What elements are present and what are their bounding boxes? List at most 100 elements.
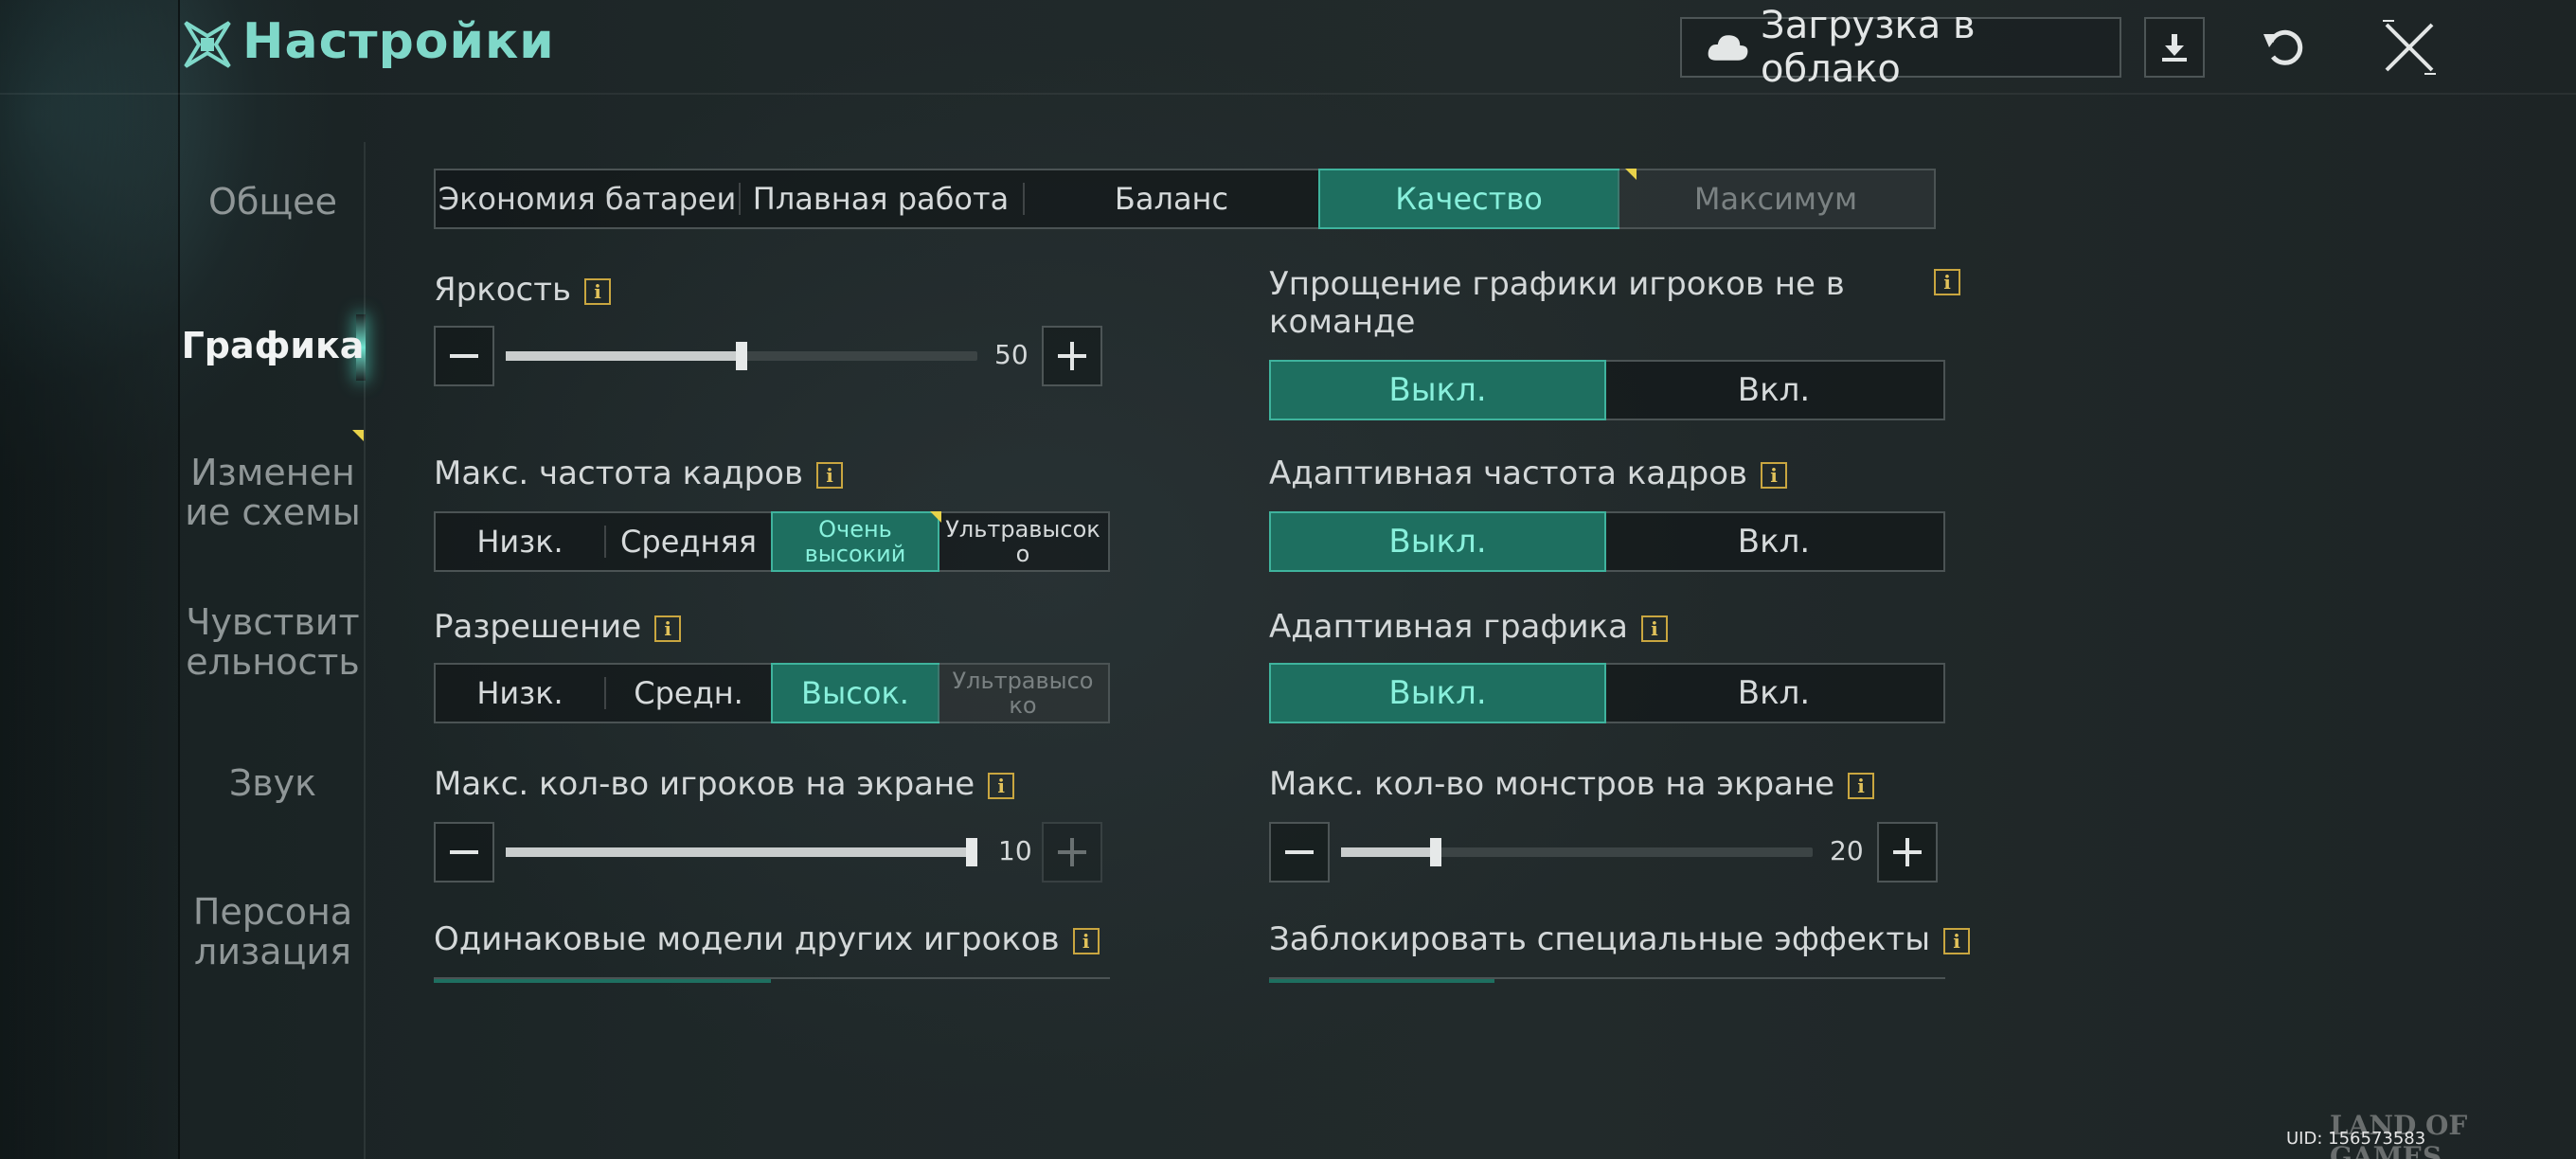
block-effects-active-option[interactable]: [1269, 979, 1494, 983]
adaptive-fps-toggle: Выкл. Вкл.: [1269, 511, 1945, 572]
user-id: UID: 156573583: [2286, 1129, 2426, 1149]
fps-medium[interactable]: Средняя: [604, 513, 773, 570]
same-models-active-option[interactable]: [434, 979, 771, 983]
preset-maximum[interactable]: Максимум: [1618, 170, 1934, 227]
max-monsters-value: 20: [1830, 835, 1864, 866]
max-monsters-decrease-button[interactable]: [1269, 822, 1330, 883]
resolution-label: Разрешение i: [434, 608, 682, 646]
sidebar-item-personalization[interactable]: Персона лизация: [180, 892, 366, 972]
info-icon[interactable]: i: [584, 277, 612, 305]
page-title: Настройки: [242, 13, 555, 70]
max-monsters-slider-fill: [1341, 847, 1436, 857]
brightness-slider-fill: [506, 351, 742, 361]
max-players-slider[interactable]: [506, 838, 977, 866]
brightness-label-text: Яркость: [434, 271, 572, 309]
info-icon[interactable]: i: [654, 615, 682, 642]
sidebar-item-sensitivity[interactable]: Чувствит ельность: [180, 602, 366, 682]
same-models-selector[interactable]: [434, 977, 1110, 983]
brightness-value: 50: [994, 339, 1029, 370]
brightness-slider[interactable]: [506, 342, 977, 370]
adaptive-graphics-label-text: Адаптивная графика: [1269, 608, 1628, 646]
minus-icon: [450, 850, 478, 854]
sidebar-item-general[interactable]: Общее: [180, 182, 366, 222]
sidebar-item-sound[interactable]: Звук: [180, 763, 366, 803]
info-icon[interactable]: i: [1761, 461, 1788, 489]
info-icon[interactable]: i: [1848, 772, 1875, 799]
cloud-upload-label: Загрузка в облако: [1761, 4, 1976, 91]
plus-icon: [1893, 838, 1922, 866]
fps-low[interactable]: Низк.: [436, 513, 604, 570]
cloud-upload-button[interactable]: Загрузка в облако: [1680, 4, 2121, 91]
resolution-label-text: Разрешение: [434, 608, 642, 646]
fps-ultra[interactable]: Ультравысок о: [938, 513, 1108, 570]
preset-quality[interactable]: Качество: [1318, 169, 1619, 229]
sidebar-item-graphics[interactable]: Графика: [180, 326, 366, 366]
resolution-high[interactable]: Высок.: [771, 663, 939, 723]
max-monsters-slider-thumb[interactable]: [1429, 838, 1441, 866]
adaptive-graphics-off[interactable]: Выкл.: [1269, 663, 1606, 723]
brightness-decrease-button[interactable]: [434, 326, 494, 386]
resolution-selector: Низк. Средн. Высок. Ультравысо ко: [434, 663, 1110, 723]
max-players-decrease-button[interactable]: [434, 822, 494, 883]
info-icon[interactable]: i: [1934, 269, 1960, 295]
brightness-slider-thumb[interactable]: [736, 342, 747, 370]
simplify-toggle: Выкл. Вкл.: [1269, 360, 1945, 420]
max-monsters-increase-button[interactable]: [1877, 822, 1938, 883]
download-icon: [2162, 34, 2187, 62]
plus-icon: [1058, 342, 1086, 370]
max-players-increase-button[interactable]: [1042, 822, 1102, 883]
same-models-label: Одинаковые модели других игроков i: [434, 920, 1100, 958]
settings-logo-icon: [184, 21, 231, 68]
preset-battery-saver[interactable]: Экономия батареи: [436, 170, 739, 227]
same-models-label-text: Одинаковые модели других игроков: [434, 920, 1060, 958]
simplify-label: Упрощение графики игроков не в команде: [1269, 265, 1845, 341]
adaptive-fps-on[interactable]: Вкл.: [1604, 513, 1943, 570]
header-bar: Настройки Загрузка в облако: [0, 0, 2576, 95]
close-button[interactable]: [2379, 17, 2440, 78]
block-effects-selector[interactable]: [1269, 977, 1945, 983]
fps-very-high[interactable]: Очень высокий: [771, 511, 939, 572]
download-button[interactable]: [2144, 17, 2205, 78]
adaptive-fps-off[interactable]: Выкл.: [1269, 511, 1606, 572]
info-icon[interactable]: i: [816, 461, 843, 489]
info-icon[interactable]: i: [1640, 615, 1668, 642]
resolution-medium[interactable]: Средн.: [604, 665, 773, 722]
preset-smooth[interactable]: Плавная работа: [739, 170, 1023, 227]
preset-balance[interactable]: Баланс: [1023, 170, 1320, 227]
minus-icon: [1285, 850, 1314, 854]
max-players-slider-fill: [506, 847, 977, 857]
adaptive-fps-label: Адаптивная частота кадров i: [1269, 455, 1788, 492]
close-icon: [2383, 20, 2436, 75]
adaptive-graphics-on[interactable]: Вкл.: [1604, 665, 1943, 722]
brightness-label: Яркость i: [434, 271, 612, 309]
new-badge-marker: [1625, 169, 1637, 180]
cloud-icon: [1708, 35, 1748, 61]
info-icon[interactable]: i: [1072, 927, 1100, 954]
resolution-ultra[interactable]: Ультравысо ко: [938, 665, 1108, 722]
graphics-preset-selector: Экономия батареи Плавная работа Баланс К…: [434, 169, 1936, 229]
adaptive-graphics-label: Адаптивная графика i: [1269, 608, 1668, 646]
block-effects-label: Заблокировать специальные эффекты i: [1269, 920, 1971, 958]
info-icon[interactable]: i: [1943, 927, 1971, 954]
fps-selector: Низк. Средняя Очень высокий Ультравысок …: [434, 511, 1110, 572]
max-monsters-label: Макс. кол-во монстров на экране i: [1269, 765, 1875, 803]
reset-button[interactable]: [2254, 17, 2315, 78]
plus-icon: [1058, 838, 1086, 866]
max-monsters-slider[interactable]: [1341, 838, 1813, 866]
left-panel: [0, 0, 180, 1159]
sidebar-item-layout[interactable]: Изменен ие схемы: [180, 453, 366, 532]
fps-label: Макс. частота кадров i: [434, 455, 843, 492]
reset-icon: [2263, 29, 2303, 65]
block-effects-label-text: Заблокировать специальные эффекты: [1269, 920, 1931, 958]
info-icon[interactable]: i: [988, 772, 1015, 799]
max-players-slider-thumb[interactable]: [966, 838, 977, 866]
max-monsters-label-text: Макс. кол-во монстров на экране: [1269, 765, 1835, 803]
simplify-on[interactable]: Вкл.: [1604, 362, 1943, 419]
brightness-increase-button[interactable]: [1042, 326, 1102, 386]
minus-icon: [450, 354, 478, 358]
adaptive-graphics-toggle: Выкл. Вкл.: [1269, 663, 1945, 723]
resolution-low[interactable]: Низк.: [436, 665, 604, 722]
max-players-label-text: Макс. кол-во игроков на экране: [434, 765, 975, 803]
simplify-off[interactable]: Выкл.: [1269, 360, 1606, 420]
adaptive-fps-label-text: Адаптивная частота кадров: [1269, 455, 1748, 492]
